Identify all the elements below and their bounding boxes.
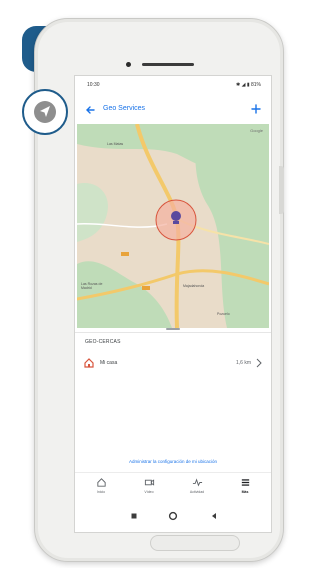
home-icon <box>84 358 94 368</box>
back-button-icon[interactable] <box>209 511 219 521</box>
front-camera <box>126 62 131 67</box>
status-icons: ✱ ◢ ▮ 81% <box>236 82 261 88</box>
bottom-navigation: Inicio Vídeo Actividad Más <box>75 472 271 503</box>
nav-item-video[interactable]: Vídeo <box>131 477 167 494</box>
map-resize-handle[interactable] <box>166 328 180 330</box>
home-icon <box>96 478 106 487</box>
nav-label: Actividad <box>189 490 205 494</box>
system-navigation-bar <box>75 506 271 526</box>
nav-item-activity[interactable]: Actividad <box>179 477 215 494</box>
camera-icon <box>144 479 154 486</box>
phone-screen: 10:30 ✱ ◢ ▮ 81% Geo Services Google Las … <box>74 75 272 533</box>
highlighted-location-control[interactable] <box>22 89 68 135</box>
map-label-las-rozas: Las Rozas de Madrid <box>81 282 103 290</box>
status-time: 10:30 <box>87 82 100 88</box>
location-settings-link[interactable]: Administrar la configuración de mi ubica… <box>75 459 271 464</box>
nav-label: Vídeo <box>144 490 154 494</box>
app-bar: Geo Services <box>75 98 271 122</box>
map-label-las-matas: Las Matas <box>107 142 124 146</box>
map-label-pozuelo: Pozuelo <box>217 312 230 316</box>
geofences-section-label: GEO-CERCAS <box>85 339 121 345</box>
page-title: Geo Services <box>103 105 146 112</box>
chevron-right-icon <box>256 358 262 368</box>
add-icon[interactable] <box>249 102 263 116</box>
navigation-arrow-icon <box>34 101 56 123</box>
status-bar: 10:30 ✱ ◢ ▮ 81% <box>75 76 271 92</box>
recent-apps-icon[interactable] <box>129 511 139 521</box>
map-canvas[interactable] <box>77 124 269 328</box>
phone-bottom-slot <box>150 535 240 551</box>
nav-label: Más <box>241 490 249 494</box>
phone-side-button <box>279 166 284 214</box>
map-divider <box>75 332 271 333</box>
geofence-distance: 1,6 km <box>235 360 251 366</box>
geofence-list-item[interactable]: Mi casa 1,6 km <box>75 354 271 376</box>
nav-item-home[interactable]: Inicio <box>83 477 119 494</box>
activity-icon <box>192 478 202 487</box>
phone-speaker <box>142 63 194 66</box>
geofence-name: Mi casa <box>100 360 118 366</box>
more-icon <box>241 479 249 486</box>
back-arrow-icon[interactable] <box>84 103 98 117</box>
map-provider-label: Google <box>250 128 263 133</box>
geofence-map[interactable]: Google Las Rozas de Madrid Majadahonda P… <box>77 124 269 328</box>
nav-label: Inicio <box>96 490 106 494</box>
nav-item-more[interactable]: Más <box>227 477 263 494</box>
map-label-majadahonda: Majadahonda <box>183 284 205 288</box>
home-button-icon[interactable] <box>168 511 178 521</box>
